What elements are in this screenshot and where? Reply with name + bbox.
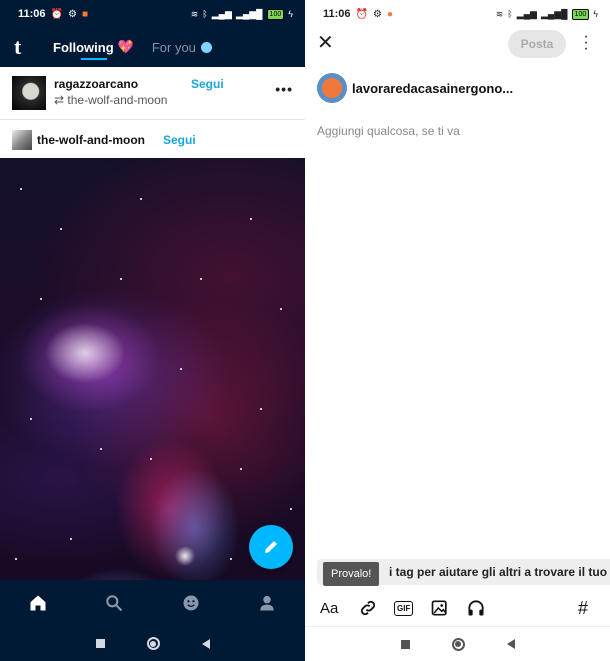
post-header: ragazzoarcano Segui ⇄ the-wolf-and-moon … bbox=[0, 67, 305, 119]
back-icon[interactable] bbox=[201, 638, 210, 649]
blog-avatar[interactable] bbox=[317, 73, 347, 103]
bluetooth-icon: ᛒ bbox=[202, 9, 208, 19]
text-format-icon[interactable]: Aa bbox=[320, 594, 338, 622]
avatar-face bbox=[322, 78, 342, 98]
more-vertical-icon[interactable]: · · · bbox=[581, 29, 591, 57]
compose-toolbar: Aa GIF # bbox=[305, 594, 610, 622]
alarm-icon: ⏰ bbox=[50, 8, 63, 20]
compose-pencil-button[interactable] bbox=[249, 525, 293, 569]
feed-header: t Following 💖 For you bbox=[0, 28, 305, 66]
reblog-source-name: the-wolf-and-moon bbox=[67, 93, 168, 107]
hashtag-icon[interactable]: # bbox=[578, 594, 588, 622]
signal-4g-icon: ▂▄▆█ bbox=[235, 8, 263, 19]
reblog-trail-header: the-wolf-and-moon Segui bbox=[0, 120, 305, 158]
audio-headphones-icon[interactable] bbox=[466, 594, 486, 622]
dashboard-feed[interactable]: ragazzoarcano Segui ⇄ the-wolf-and-moon … bbox=[0, 67, 305, 580]
signal-4g-icon: ▂▄▆█ bbox=[540, 8, 568, 19]
tab-for-you[interactable]: For you bbox=[152, 28, 212, 66]
post-composer-screen: 11:06 ⏰ ⚙ ● ≋ ᛒ ▂▄▆ ▂▄▆█ 100 ϟ ✕ Posta ·… bbox=[305, 0, 610, 661]
follow-button[interactable]: Segui bbox=[191, 77, 224, 91]
more-options-icon[interactable]: ••• bbox=[275, 81, 293, 97]
account-icon[interactable] bbox=[252, 588, 282, 618]
status-bar: 11:06 ⏰ ⚙ ■ ≋ ᛒ ▂▄▆ ▂▄▆█ 100 ϟ bbox=[0, 0, 305, 28]
link-icon[interactable] bbox=[358, 594, 378, 622]
pencil-icon bbox=[265, 541, 277, 553]
settings-icon: ⚙ bbox=[67, 8, 77, 20]
recents-icon[interactable] bbox=[400, 639, 410, 649]
home-circle-icon[interactable] bbox=[451, 637, 465, 651]
notification-icon: ● bbox=[386, 8, 393, 20]
search-icon[interactable] bbox=[99, 588, 129, 618]
post-username[interactable]: ragazzoarcano bbox=[54, 77, 138, 91]
avatar[interactable] bbox=[12, 130, 32, 150]
back-icon[interactable] bbox=[506, 639, 515, 649]
system-navigation-bar bbox=[0, 626, 305, 661]
post-text-field[interactable]: Aggiungi qualcosa, se ti va bbox=[317, 124, 460, 138]
battery-icon: 100 bbox=[266, 8, 285, 20]
post-button[interactable]: Posta bbox=[508, 30, 566, 58]
tumblr-logo[interactable]: t bbox=[14, 34, 34, 60]
reblog-source[interactable]: ⇄ the-wolf-and-moon bbox=[54, 93, 167, 107]
avatar[interactable] bbox=[12, 76, 46, 110]
charging-icon: ϟ bbox=[593, 9, 598, 19]
status-bar: 11:06 ⏰ ⚙ ● ≋ ᛒ ▂▄▆ ▂▄▆█ 100 ϟ bbox=[305, 0, 610, 28]
tag-hint-text[interactable]: i tag per aiutare gli altri a trovare il… bbox=[389, 565, 607, 579]
blog-selector[interactable]: lavoraredacasainergono... bbox=[352, 81, 513, 96]
heart-icon: 💖 bbox=[117, 39, 134, 54]
reblog-icon: ⇄ bbox=[54, 93, 65, 107]
notification-icon: ■ bbox=[81, 8, 88, 20]
recents-icon[interactable] bbox=[95, 639, 105, 648]
battery-icon: 100 bbox=[571, 8, 590, 20]
system-navigation-bar bbox=[305, 626, 610, 661]
gif-label: GIF bbox=[394, 600, 414, 616]
bluetooth-icon: ᛒ bbox=[507, 9, 513, 19]
tumblr-feed-screen: 11:06 ⏰ ⚙ ■ ≋ ᛒ ▂▄▆ ▂▄▆█ 100 ϟ t Followi… bbox=[0, 0, 305, 661]
status-time: 11:06 bbox=[323, 8, 351, 20]
tab-label: For you bbox=[151, 39, 196, 55]
bottom-navigation bbox=[0, 580, 305, 626]
tab-label: Following bbox=[53, 39, 114, 55]
status-time: 11:06 bbox=[18, 8, 46, 20]
charging-icon: ϟ bbox=[288, 9, 293, 19]
alarm-icon: ⏰ bbox=[355, 8, 368, 20]
active-tab-indicator bbox=[81, 58, 107, 60]
settings-icon: ⚙ bbox=[372, 8, 382, 20]
close-icon[interactable]: ✕ bbox=[317, 33, 337, 53]
signal-icon: ▂▄▆ bbox=[211, 8, 232, 19]
tab-following[interactable]: Following 💖 bbox=[53, 28, 134, 66]
home-icon[interactable] bbox=[23, 588, 53, 618]
trail-username[interactable]: the-wolf-and-moon bbox=[37, 133, 145, 147]
home-circle-icon[interactable] bbox=[146, 637, 160, 650]
gif-icon[interactable]: GIF bbox=[394, 594, 414, 622]
post-image-nebula[interactable] bbox=[0, 158, 305, 580]
wifi-icon: ≋ bbox=[190, 8, 199, 19]
image-icon[interactable] bbox=[430, 594, 450, 622]
activity-icon[interactable] bbox=[176, 588, 206, 618]
try-it-tooltip[interactable]: Provalo! bbox=[323, 562, 380, 586]
wifi-icon: ≋ bbox=[495, 8, 504, 19]
crystal-ball-icon bbox=[200, 41, 212, 53]
signal-icon: ▂▄▆ bbox=[516, 8, 537, 19]
follow-button[interactable]: Segui bbox=[163, 133, 196, 147]
